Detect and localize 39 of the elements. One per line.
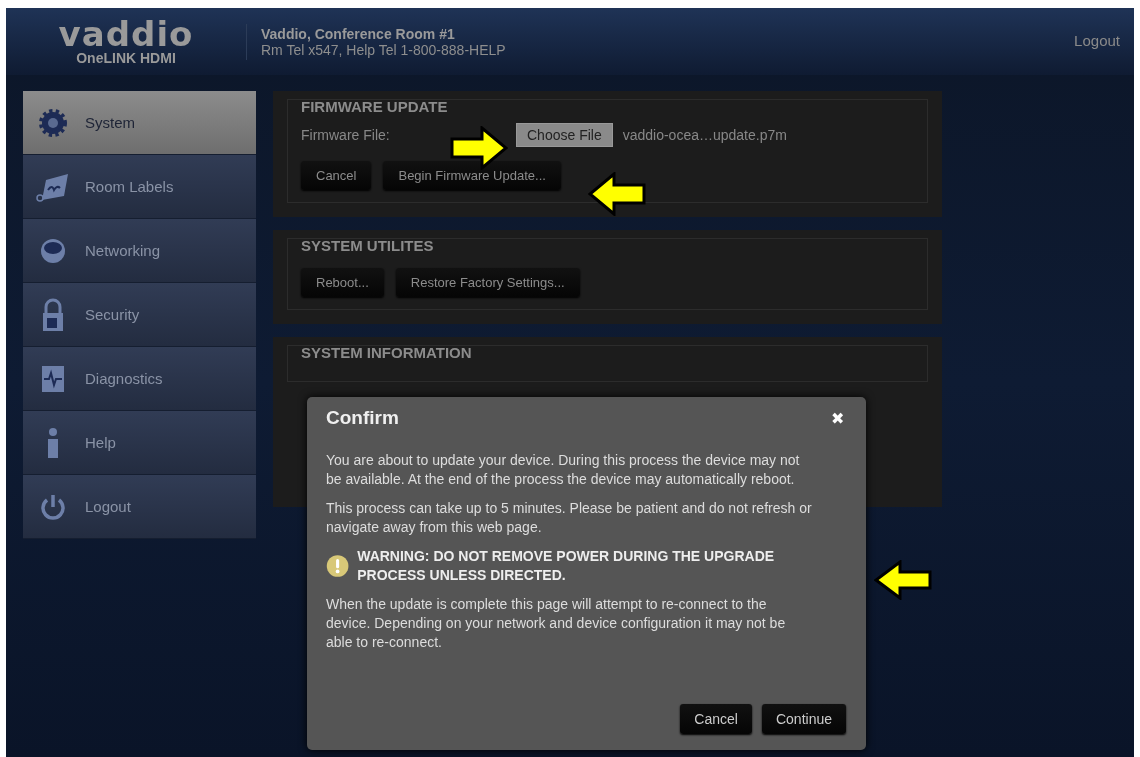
sidebar-item[interactable]: Logout [23,475,256,539]
sidebar-item[interactable]: Security [23,283,256,347]
action-button[interactable]: Begin Firmware Update... [383,161,561,190]
monitor-pulse-icon [40,363,66,394]
section-title: SYSTEM UTILITES [301,237,435,254]
section-title: SYSTEM INFORMATION [301,344,473,361]
callout-arrow-icon [588,172,646,216]
globe-icon [39,236,67,265]
sidebar-item[interactable]: Help [23,411,256,475]
dialog-button[interactable]: Continue [761,704,846,734]
dialog-message: You are about to update your device. During this process the device may not be available. At the end of the process the device may automatically reboot. [326,451,801,489]
callout-arrow-icon [450,126,508,170]
tag-icon [36,171,70,202]
section-title: FIRMWARE UPDATE [301,98,449,115]
room-name: Vaddio, Conference Room #1 [261,25,456,42]
dialog-title: Confirm [326,407,399,429]
gear-icon [38,106,68,139]
warning-message: WARNING: DO NOT REMOVE POWER DURING THE UPGRADE PROCESS UNLESS DIRECTED. [357,547,776,585]
info-icon [45,426,61,459]
field-label: Firmware File: [301,127,391,143]
action-button[interactable]: Reboot... [301,268,384,297]
file-name: vaddio-ocea…update.p7m [622,127,787,143]
product-name: OneLINK HDMI [76,49,176,66]
phone-numbers: Rm Tel x547, Help Tel 1-800-888-HELP [261,41,506,58]
dialog-button[interactable]: Cancel [680,704,752,734]
logout-link[interactable]: Logout [1074,32,1120,49]
sidebar-item[interactable]: System [23,91,256,155]
action-button[interactable]: Cancel [301,161,372,190]
lock-icon [41,297,65,332]
action-button[interactable]: Restore Factory Settings... [395,268,580,297]
logo-wordmark: vaddio [58,17,194,50]
dialog-message: This process can take up to 5 minutes. Please be patient and do not refresh or navigate away from this web page. [326,499,813,537]
dialog-message: When the update is complete this page will attempt to re-connect to the device. Depending on your network and device configuration it may not be able to re-connect. [326,595,787,652]
sidebar-item[interactable]: Room Labels [23,155,256,219]
close-button[interactable]: ✖ [831,408,844,428]
sidebar-item[interactable]: Diagnostics [23,347,256,411]
callout-arrow-icon [874,560,932,600]
sidebar-item[interactable]: Networking [23,219,256,283]
choose-file-button[interactable]: Choose File [516,123,613,147]
